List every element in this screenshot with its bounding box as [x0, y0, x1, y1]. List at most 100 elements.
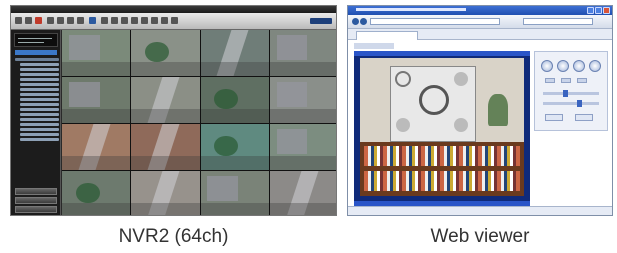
playback-icon[interactable]: [89, 17, 96, 24]
web-page: [348, 40, 612, 208]
nvr-title-bar: [11, 6, 336, 13]
page-nav[interactable]: [354, 43, 394, 49]
tree-item[interactable]: [20, 83, 59, 86]
reset-button[interactable]: [575, 114, 593, 121]
camera-tile[interactable]: [62, 171, 131, 215]
contrast-slider[interactable]: [543, 100, 599, 107]
layout-4-icon[interactable]: [57, 17, 64, 24]
browser-address-bar: [348, 15, 612, 29]
layout-16-icon[interactable]: [77, 17, 84, 24]
panel-group-select[interactable]: [15, 50, 57, 55]
camera-tile[interactable]: [200, 171, 269, 215]
alarm-icon[interactable]: [141, 17, 148, 24]
apply-button[interactable]: [545, 114, 563, 121]
tree-item[interactable]: [20, 113, 59, 116]
panel-button[interactable]: [15, 206, 57, 213]
panel-button[interactable]: [15, 188, 57, 195]
tree-item[interactable]: [20, 108, 59, 111]
nvr-toolbar: [11, 13, 336, 30]
maximize-icon[interactable]: [595, 7, 602, 14]
tree-item[interactable]: [20, 63, 59, 66]
layout-1-icon[interactable]: [47, 17, 54, 24]
web-viewer-screenshot: [347, 5, 613, 216]
browser-status-bar: [348, 206, 612, 215]
ptz-left-icon[interactable]: [541, 60, 553, 72]
nvr-screenshot: [10, 5, 337, 216]
bookshelf: [360, 142, 524, 196]
camera-tile[interactable]: [62, 124, 131, 170]
iris-button[interactable]: [577, 78, 587, 83]
shelf-row: [364, 171, 520, 191]
web-viewer-caption: Web viewer: [430, 226, 530, 247]
camera-tile[interactable]: [269, 30, 336, 76]
search-input[interactable]: [523, 18, 593, 25]
tree-item[interactable]: [20, 103, 59, 106]
ptz-right-icon[interactable]: [589, 60, 601, 72]
tree-item[interactable]: [20, 68, 59, 71]
back-icon[interactable]: [25, 17, 32, 24]
camera-tile[interactable]: [269, 77, 336, 123]
tree-item[interactable]: [20, 93, 59, 96]
search-icon[interactable]: [101, 17, 108, 24]
camera-tile[interactable]: [131, 77, 200, 123]
panel-info-box: [14, 33, 58, 47]
camera-tile[interactable]: [131, 30, 200, 76]
slider-knob[interactable]: [563, 90, 568, 97]
tree-item[interactable]: [20, 128, 59, 131]
layout-9-icon[interactable]: [67, 17, 74, 24]
tree-item[interactable]: [20, 98, 59, 101]
backup-icon[interactable]: [151, 17, 158, 24]
camera-tile[interactable]: [200, 124, 269, 170]
tree-item[interactable]: [20, 138, 59, 141]
browser-tab[interactable]: [356, 31, 418, 40]
brightness-slider[interactable]: [543, 90, 599, 97]
home-icon[interactable]: [15, 17, 22, 24]
ptz-up-icon[interactable]: [557, 60, 569, 72]
camera-tile[interactable]: [200, 77, 269, 123]
camera-tile[interactable]: [269, 171, 336, 215]
camera-tile[interactable]: [131, 124, 200, 170]
live-video[interactable]: [360, 58, 524, 196]
tree-item[interactable]: [20, 73, 59, 76]
log-icon[interactable]: [131, 17, 138, 24]
zoom-button[interactable]: [545, 78, 555, 83]
ptz-down-icon[interactable]: [573, 60, 585, 72]
test-chart: [390, 66, 476, 142]
shelf-row: [364, 146, 520, 166]
nvr-side-panel: [11, 30, 61, 215]
address-input[interactable]: [370, 18, 500, 25]
video-frame: [354, 51, 530, 206]
nvr-logo: [310, 18, 332, 24]
browser-tab-bar: [348, 29, 612, 40]
tree-item[interactable]: [20, 88, 59, 91]
print-icon[interactable]: [161, 17, 168, 24]
camera-tree: [15, 58, 59, 143]
browser-title-bar: [348, 6, 612, 15]
camera-tile[interactable]: [269, 124, 336, 170]
close-icon[interactable]: [603, 7, 610, 14]
minimize-icon[interactable]: [587, 7, 594, 14]
tree-item[interactable]: [15, 58, 59, 61]
tree-item[interactable]: [20, 118, 59, 121]
tree-item[interactable]: [20, 123, 59, 126]
camera-tile[interactable]: [200, 30, 269, 76]
camera-control-panel: [534, 51, 608, 131]
plant: [488, 94, 508, 126]
slider-knob[interactable]: [577, 100, 582, 107]
exit-icon[interactable]: [171, 17, 178, 24]
camera-grid: [62, 30, 336, 215]
nvr-caption: NVR2 (64ch): [118, 226, 229, 247]
record-icon[interactable]: [35, 17, 42, 24]
camera-icon[interactable]: [111, 17, 118, 24]
focus-button[interactable]: [561, 78, 571, 83]
tree-item[interactable]: [20, 78, 59, 81]
browser-title-text: [356, 8, 466, 11]
back-icon[interactable]: [352, 18, 359, 25]
camera-tile[interactable]: [62, 77, 131, 123]
tree-item[interactable]: [20, 133, 59, 136]
camera-tile[interactable]: [131, 171, 200, 215]
settings-icon[interactable]: [121, 17, 128, 24]
forward-icon[interactable]: [360, 18, 367, 25]
camera-tile[interactable]: [62, 30, 131, 76]
panel-button[interactable]: [15, 197, 57, 204]
